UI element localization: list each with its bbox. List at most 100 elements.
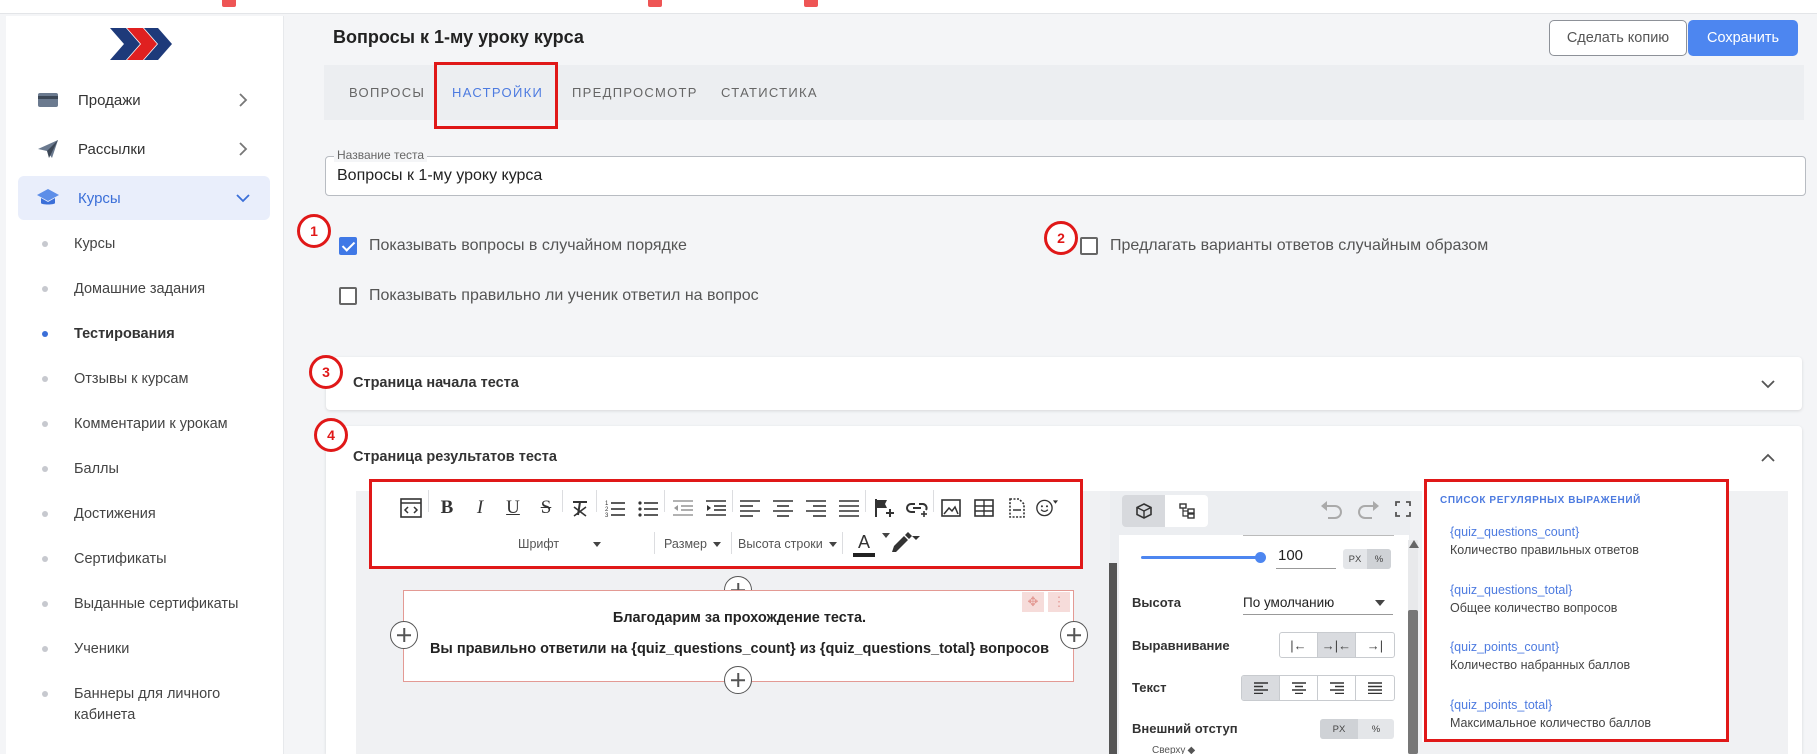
align-middle-icon[interactable]: →|← [1318,633,1356,657]
paper-plane-icon [36,137,60,161]
submenu-course-reviews[interactable]: Отзывы к курсам [42,369,188,390]
tab-preview[interactable]: ПРЕДПРОСМОТР [572,65,698,120]
highlight-pen-icon[interactable] [890,532,920,554]
height-select[interactable]: По умолчанию [1243,591,1393,615]
width-slider-handle[interactable] [1255,552,1266,563]
make-copy-button[interactable]: Сделать копию [1549,20,1687,56]
insert-table-icon[interactable] [973,497,995,519]
option-show-correctness[interactable]: Показывать правильно ли ученик ответил н… [339,287,759,305]
add-block-bottom-icon[interactable] [724,666,752,694]
align-start-icon[interactable]: |← [1280,633,1318,657]
submenu-issued-certificates[interactable]: Выданные сертификаты [42,594,238,615]
tab-settings[interactable]: НАСТРОЙКИ [452,65,543,120]
indent-icon[interactable] [705,497,727,519]
bullet-list-icon[interactable] [637,497,659,519]
clear-format-icon[interactable] [569,497,591,519]
scroll-up-icon[interactable] [1409,540,1419,548]
submenu-achievements[interactable]: Достижения [42,504,156,525]
variable-item[interactable]: {quiz_questions_count} Количество правил… [1450,523,1639,559]
option-label: Показывать правильно ли ученик ответил н… [369,287,759,304]
section-title: Страница начала теста [353,375,519,391]
scrollbar-thumb[interactable] [1408,610,1418,754]
undo-icon[interactable] [1320,500,1344,520]
width-input[interactable]: 100 [1276,547,1336,569]
sidebar-item-label: Продажи [78,91,141,109]
line-height-select[interactable]: Высота строки [738,537,837,551]
submenu-lesson-comments[interactable]: Комментарии к урокам [42,414,228,435]
text-align-justify-icon[interactable] [1356,676,1394,700]
height-label: Высота [1132,595,1181,610]
font-select[interactable]: Шрифт [518,537,602,551]
submenu-courses[interactable]: Курсы [42,234,115,255]
annotation-badge-3: 3 [309,355,343,389]
align-left-icon[interactable] [739,497,761,519]
tab-favicon-icon [222,0,236,7]
insert-anchor-icon[interactable] [873,497,895,519]
add-block-right-icon[interactable] [1060,621,1088,649]
structure-tree-icon[interactable] [1165,495,1208,527]
emoji-icon[interactable] [1036,497,1058,519]
sidebar-item-courses[interactable]: Курсы [18,176,270,220]
checkbox-unchecked[interactable] [1080,237,1098,255]
variable-item[interactable]: {quiz_points_count} Количество набранных… [1450,638,1630,674]
variable-item[interactable]: {quiz_points_total} Максимальное количес… [1450,696,1651,732]
underline-icon[interactable]: U [502,497,524,519]
strikethrough-icon[interactable]: S [535,497,557,519]
block-settings-icon[interactable] [1122,495,1165,527]
italic-icon[interactable]: I [469,497,491,519]
insert-link-icon[interactable] [906,497,928,519]
option-random-questions[interactable]: Показывать вопросы в случайном порядке [339,237,687,255]
unit-percent-option[interactable]: % [1367,549,1391,569]
unit-px-option[interactable]: PX [1343,549,1367,569]
fullscreen-icon[interactable] [1395,501,1411,517]
section-start-page[interactable]: Страница начала теста [326,357,1802,410]
add-block-left-icon[interactable] [390,621,418,649]
insert-file-icon[interactable] [1006,497,1028,519]
bold-icon[interactable]: B [436,497,458,519]
unit-px-option[interactable]: PX [1320,719,1358,739]
text-align-left-icon[interactable] [1242,676,1280,700]
submenu-points[interactable]: Баллы [42,459,119,480]
width-slider-track[interactable] [1141,556,1261,559]
submenu-cabinet-banners[interactable]: Баннеры для личного кабинета [42,684,222,726]
unit-percent-option[interactable]: % [1358,719,1394,739]
more-vertical-icon[interactable]: ⋮ [1048,592,1070,612]
size-select[interactable]: Размер [664,537,721,551]
submenu-homework[interactable]: Домашние задания [42,279,205,300]
tab-favicon-icon [804,0,818,7]
right-scrollbar-track[interactable] [1408,540,1419,754]
variable-item[interactable]: {quiz_questions_total} Общее количество … [1450,581,1617,617]
option-label: Предлагать варианты ответов случайным об… [1110,237,1489,254]
align-justify-icon[interactable] [838,497,860,519]
text-align-right-icon[interactable] [1318,676,1356,700]
tab-questions[interactable]: ВОПРОСЫ [349,65,425,120]
chevron-up-icon[interactable] [1760,450,1776,466]
outdent-icon[interactable] [672,497,694,519]
logo-icon[interactable] [110,26,174,67]
redo-icon[interactable] [1356,500,1380,520]
sidebar-item-mailings[interactable]: Рассылки [18,127,270,171]
source-code-icon[interactable] [400,497,422,519]
checkbox-checked[interactable] [339,237,357,255]
properties-tabs [1122,495,1208,527]
save-button[interactable]: Сохранить [1688,20,1798,56]
submenu-students[interactable]: Ученики [42,639,129,660]
insert-image-icon[interactable] [940,497,962,519]
sidebar-item-sales[interactable]: Продажи [18,78,270,122]
submenu-tests[interactable]: Тестирования [42,324,175,345]
chevron-down-icon[interactable] [1760,376,1776,392]
option-random-answers[interactable]: Предлагать варианты ответов случайным об… [1080,237,1488,255]
text-color-button[interactable]: A [846,530,882,560]
text-align-center-icon[interactable] [1280,676,1318,700]
submenu-certificates[interactable]: Сертификаты [42,549,167,570]
align-right-icon[interactable] [805,497,827,519]
sidebar-item-label: Курсы [78,189,121,207]
left-scrollbar[interactable] [1109,563,1117,754]
numbered-list-icon[interactable]: 123 [604,497,626,519]
tab-statistics[interactable]: СТАТИСТИКА [721,65,818,120]
move-icon[interactable]: ✥ [1022,592,1044,612]
test-name-field[interactable]: Название теста Вопросы к 1-му уроку курс… [325,148,1806,196]
checkbox-unchecked[interactable] [339,287,357,305]
align-end-icon[interactable]: →| [1356,633,1394,657]
align-center-icon[interactable] [772,497,794,519]
